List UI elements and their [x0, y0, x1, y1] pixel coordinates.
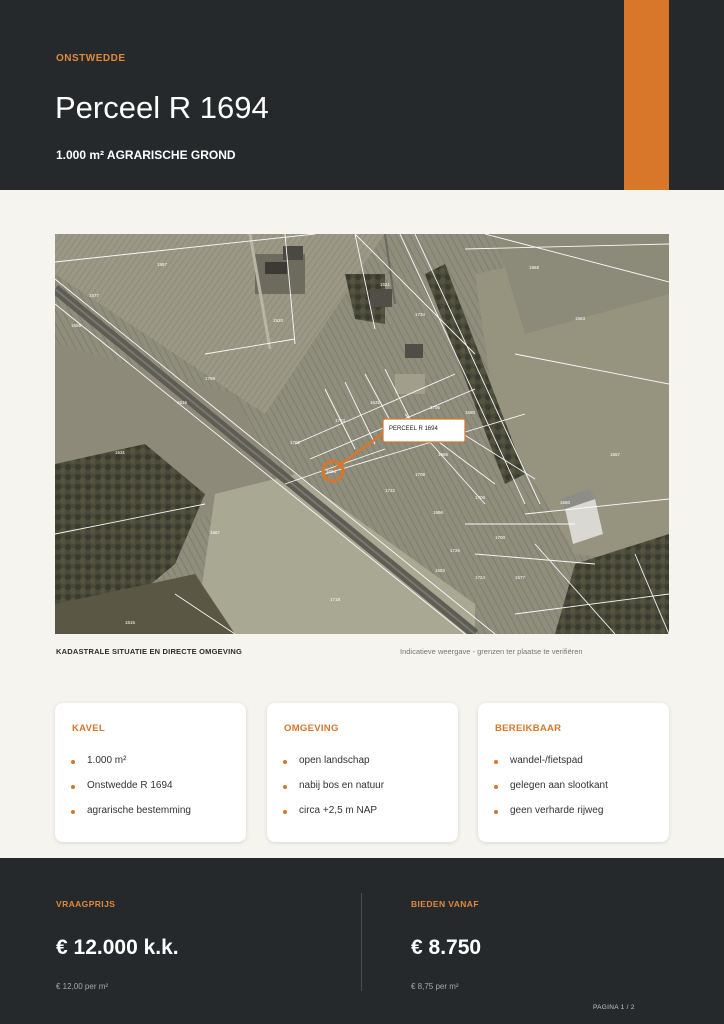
- bid-price-value: € 8.750: [411, 936, 482, 959]
- footer-divider: [361, 893, 362, 991]
- list-item: open landschap: [283, 755, 384, 780]
- svg-text:1563: 1563: [575, 316, 586, 321]
- page-header: ONSTWEDDE Perceel R 1694 1.000 m² AGRARI…: [0, 0, 724, 190]
- svg-text:1567: 1567: [210, 530, 221, 535]
- aerial-photo: 1957 1577 1555 1520 1521 1734 1868 1563 …: [55, 234, 669, 634]
- card-list: 1.000 m² Onstwedde R 1694 agrarische bes…: [71, 755, 191, 830]
- list-item: wandel-/fietspad: [494, 755, 608, 780]
- bid-price-per-m2: € 8,75 per m²: [411, 982, 459, 991]
- svg-text:1706: 1706: [430, 405, 441, 410]
- svg-text:1680: 1680: [465, 410, 476, 415]
- pricing-footer: VRAAGPRIJS € 12.000 k.k. € 12,00 per m² …: [0, 858, 724, 1024]
- svg-text:1531: 1531: [115, 450, 126, 455]
- svg-text:1694: 1694: [326, 469, 337, 474]
- svg-text:1555: 1555: [71, 323, 82, 328]
- svg-text:1557: 1557: [610, 452, 621, 457]
- svg-text:1726: 1726: [450, 548, 461, 553]
- svg-text:1724: 1724: [475, 575, 486, 580]
- svg-text:1706: 1706: [475, 495, 486, 500]
- svg-text:1700: 1700: [495, 535, 506, 540]
- svg-text:1685: 1685: [438, 452, 449, 457]
- svg-text:1722: 1722: [385, 488, 396, 493]
- svg-text:1577: 1577: [89, 293, 100, 298]
- svg-text:1583: 1583: [435, 568, 446, 573]
- accent-bar: [624, 0, 669, 190]
- svg-text:1734: 1734: [415, 312, 426, 317]
- page-number: PAGINA 1 / 2: [593, 1004, 635, 1011]
- cadastral-map: 1957 1577 1555 1520 1521 1734 1868 1563 …: [55, 234, 669, 634]
- list-item: 1.000 m²: [71, 755, 191, 780]
- card-kavel: KAVEL 1.000 m² Onstwedde R 1694 agrarisc…: [55, 703, 246, 842]
- svg-text:1723: 1723: [335, 418, 346, 423]
- svg-text:1696: 1696: [433, 510, 444, 515]
- page-title: Perceel R 1694: [55, 90, 269, 125]
- list-item: circa +2,5 m NAP: [283, 805, 384, 830]
- list-item: Onstwedde R 1694: [71, 780, 191, 805]
- card-list: wandel-/fietspad gelegen aan slootkant g…: [494, 755, 608, 830]
- svg-text:1631: 1631: [370, 400, 381, 405]
- asking-price-label: VRAAGPRIJS: [56, 899, 116, 909]
- card-bereikbaar: BEREIKBAAR wandel-/fietspad gelegen aan …: [478, 703, 669, 842]
- list-item: nabij bos en natuur: [283, 780, 384, 805]
- card-title: OMGEVING: [284, 723, 339, 734]
- parcel-callout-label: PERCEEL R 1694: [389, 426, 438, 432]
- svg-text:1520: 1520: [273, 318, 284, 323]
- card-omgeving: OMGEVING open landschap nabij bos en nat…: [267, 703, 458, 842]
- svg-text:1708: 1708: [415, 472, 426, 477]
- card-list: open landschap nabij bos en natuur circa…: [283, 755, 384, 830]
- svg-text:1515: 1515: [125, 620, 136, 625]
- map-disclaimer: Indicatieve weergave - grenzen ter plaat…: [400, 647, 583, 656]
- svg-text:1577: 1577: [515, 575, 526, 580]
- svg-text:1616: 1616: [177, 400, 188, 405]
- svg-text:1957: 1957: [157, 262, 168, 267]
- page-subtitle: 1.000 m² AGRARISCHE GROND: [56, 148, 236, 162]
- svg-text:1868: 1868: [529, 265, 540, 270]
- svg-text:1702: 1702: [290, 440, 301, 445]
- svg-text:1718: 1718: [330, 597, 341, 602]
- list-item: agrarische bestemming: [71, 805, 191, 830]
- card-title: BEREIKBAAR: [495, 723, 562, 734]
- map-caption: KADASTRALE SITUATIE EN DIRECTE OMGEVING: [56, 647, 243, 656]
- asking-price-per-m2: € 12,00 per m²: [56, 982, 109, 991]
- svg-text:1769: 1769: [205, 376, 216, 381]
- svg-text:1660: 1660: [560, 500, 571, 505]
- asking-price-value: € 12.000 k.k.: [56, 936, 179, 959]
- location-label: ONSTWEDDE: [56, 53, 126, 64]
- list-item: geen verharde rijweg: [494, 805, 608, 830]
- list-item: gelegen aan slootkant: [494, 780, 608, 805]
- card-title: KAVEL: [72, 723, 105, 734]
- svg-text:1521: 1521: [380, 282, 391, 287]
- bid-price-label: BIEDEN VANAF: [411, 899, 479, 909]
